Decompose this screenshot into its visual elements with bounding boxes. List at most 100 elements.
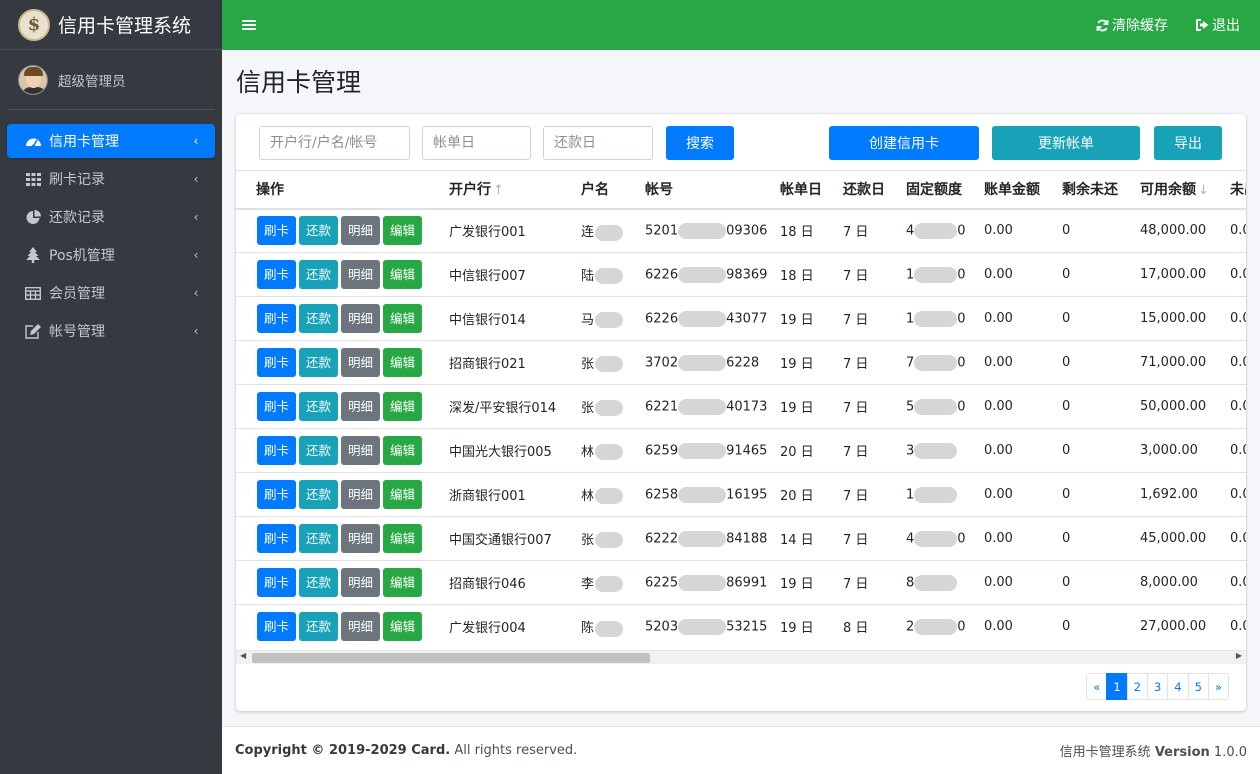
repay-button[interactable]: 还款 xyxy=(299,216,339,246)
detail-button[interactable]: 明细 xyxy=(341,304,381,333)
masked-value xyxy=(678,266,727,283)
sidebar-item-swipe-records[interactable]: 刷卡记录 ‹ xyxy=(7,162,215,196)
detail-button[interactable]: 明细 xyxy=(341,260,381,289)
repay-button[interactable]: 还款 xyxy=(299,436,339,465)
detail-button[interactable]: 明细 xyxy=(341,612,381,642)
sidebar-item-accounts[interactable]: 帐号管理 ‹ xyxy=(7,314,215,348)
cell-available: 48,000.00 xyxy=(1132,208,1222,253)
detail-button[interactable]: 明细 xyxy=(341,436,381,465)
repay-button[interactable]: 还款 xyxy=(299,480,339,509)
col-header-bill-day[interactable]: 帐单日 xyxy=(772,170,835,210)
swipe-button[interactable]: 刷卡 xyxy=(257,568,297,597)
edit-button[interactable]: 编辑 xyxy=(383,304,423,333)
masked-value xyxy=(678,530,727,547)
col-header-account[interactable]: 帐号 xyxy=(637,170,772,210)
brand[interactable]: $ 信用卡管理系统 xyxy=(0,0,222,50)
col-header-repay-day[interactable]: 还款日 xyxy=(835,170,898,210)
edit-button[interactable]: 编辑 xyxy=(383,260,423,289)
repay-button[interactable]: 还款 xyxy=(299,612,339,642)
swipe-button[interactable]: 刷卡 xyxy=(257,612,297,642)
hamburger-menu-icon[interactable] xyxy=(242,20,256,30)
sidebar-item-repay-records[interactable]: 还款记录 ‹ xyxy=(7,200,215,234)
edit-button[interactable]: 编辑 xyxy=(383,568,423,597)
swipe-button[interactable]: 刷卡 xyxy=(257,216,297,246)
col-header-bank[interactable]: 开户行 ↑ xyxy=(441,170,573,210)
detail-button[interactable]: 明细 xyxy=(341,524,381,553)
col-header-remaining[interactable]: 剩余未还 xyxy=(1054,170,1132,210)
create-card-button[interactable]: 创建信用卡 xyxy=(829,126,979,160)
repay-button[interactable]: 还款 xyxy=(299,392,339,421)
cell-remaining: 0 xyxy=(1054,428,1132,473)
cell-unbilled: 0.0 xyxy=(1222,516,1246,561)
pagination-page[interactable]: 4 xyxy=(1167,673,1189,700)
cell-account: 6221 40173 xyxy=(637,384,772,429)
edit-button[interactable]: 编辑 xyxy=(383,348,423,377)
col-header-name[interactable]: 户名 xyxy=(573,170,637,210)
cell-limit: 8 xyxy=(898,560,976,605)
cell-bill-day: 20 日 xyxy=(772,472,835,517)
sidebar-item-members[interactable]: 会员管理 ‹ xyxy=(7,276,215,310)
repay-button[interactable]: 还款 xyxy=(299,260,339,289)
pagination-page[interactable]: 2 xyxy=(1126,673,1148,700)
search-input[interactable] xyxy=(259,126,410,160)
export-button[interactable]: 导出 xyxy=(1154,126,1222,160)
pie-chart-icon xyxy=(23,209,43,225)
swipe-button[interactable]: 刷卡 xyxy=(257,392,297,421)
cell-bill-day: 19 日 xyxy=(772,604,835,649)
pagination-page[interactable]: 5 xyxy=(1187,673,1209,700)
row-actions: 刷卡 还款 明细 编辑 xyxy=(236,560,441,605)
cell-repay-day: 7 日 xyxy=(835,428,898,473)
edit-button[interactable]: 编辑 xyxy=(383,436,423,465)
cell-bill-day: 18 日 xyxy=(772,252,835,297)
edit-button[interactable]: 编辑 xyxy=(383,216,423,246)
repay-day-input[interactable] xyxy=(543,126,653,160)
detail-button[interactable]: 明细 xyxy=(341,216,381,246)
clear-cache-link[interactable]: 清除缓存 xyxy=(1096,15,1168,35)
swipe-button[interactable]: 刷卡 xyxy=(257,304,297,333)
row-actions: 刷卡 还款 明细 编辑 xyxy=(236,252,441,297)
swipe-button[interactable]: 刷卡 xyxy=(257,524,297,553)
swipe-button[interactable]: 刷卡 xyxy=(257,480,297,509)
pagination-page[interactable]: 1 xyxy=(1106,673,1128,700)
sidebar-item-credit-card[interactable]: 信用卡管理 ‹ xyxy=(7,124,215,158)
repay-button[interactable]: 还款 xyxy=(299,524,339,553)
tree-icon xyxy=(23,247,43,263)
bill-day-input[interactable] xyxy=(422,126,531,160)
cell-name: 连 xyxy=(573,208,637,253)
pagination-page[interactable]: 3 xyxy=(1146,673,1169,700)
horizontal-scrollbar[interactable]: ◀ ▶ xyxy=(236,650,1246,664)
update-bill-button[interactable]: 更新帐单 xyxy=(992,126,1140,160)
col-header-limit[interactable]: 固定额度 xyxy=(898,170,976,210)
detail-button[interactable]: 明细 xyxy=(341,348,381,377)
logout-link[interactable]: 退出 xyxy=(1196,15,1240,35)
detail-button[interactable]: 明细 xyxy=(341,392,381,421)
detail-button[interactable]: 明细 xyxy=(341,568,381,597)
repay-button[interactable]: 还款 xyxy=(299,348,339,377)
swipe-button[interactable]: 刷卡 xyxy=(257,260,297,289)
cell-remaining: 0 xyxy=(1054,252,1132,297)
edit-button[interactable]: 编辑 xyxy=(383,480,423,509)
pagination-prev[interactable]: « xyxy=(1086,673,1108,700)
col-header-actions: 操作 xyxy=(236,170,441,210)
masked-value xyxy=(595,532,624,549)
col-header-available[interactable]: 可用余额 ↓ xyxy=(1132,170,1222,210)
swipe-button[interactable]: 刷卡 xyxy=(257,436,297,465)
edit-button[interactable]: 编辑 xyxy=(383,392,423,421)
cell-unbilled: 0.0 xyxy=(1222,340,1246,385)
cell-name: 陈 xyxy=(573,604,637,649)
pagination-next[interactable]: » xyxy=(1207,673,1229,700)
detail-button[interactable]: 明细 xyxy=(341,480,381,509)
col-header-bill-amount[interactable]: 账单金额 xyxy=(976,170,1054,210)
col-header-unbilled[interactable]: 未出 xyxy=(1222,170,1246,210)
scroll-left-icon[interactable]: ◀ xyxy=(240,651,246,660)
repay-button[interactable]: 还款 xyxy=(299,304,339,333)
edit-button[interactable]: 编辑 xyxy=(383,524,423,553)
repay-button[interactable]: 还款 xyxy=(299,568,339,597)
swipe-button[interactable]: 刷卡 xyxy=(257,348,297,377)
search-button[interactable]: 搜索 xyxy=(666,126,734,160)
scrollbar-thumb[interactable] xyxy=(252,653,650,663)
sidebar-item-pos[interactable]: Pos机管理 ‹ xyxy=(7,238,215,272)
user-panel[interactable]: 超级管理员 xyxy=(8,50,214,110)
scroll-right-icon[interactable]: ▶ xyxy=(1236,651,1242,660)
edit-button[interactable]: 编辑 xyxy=(383,612,423,642)
